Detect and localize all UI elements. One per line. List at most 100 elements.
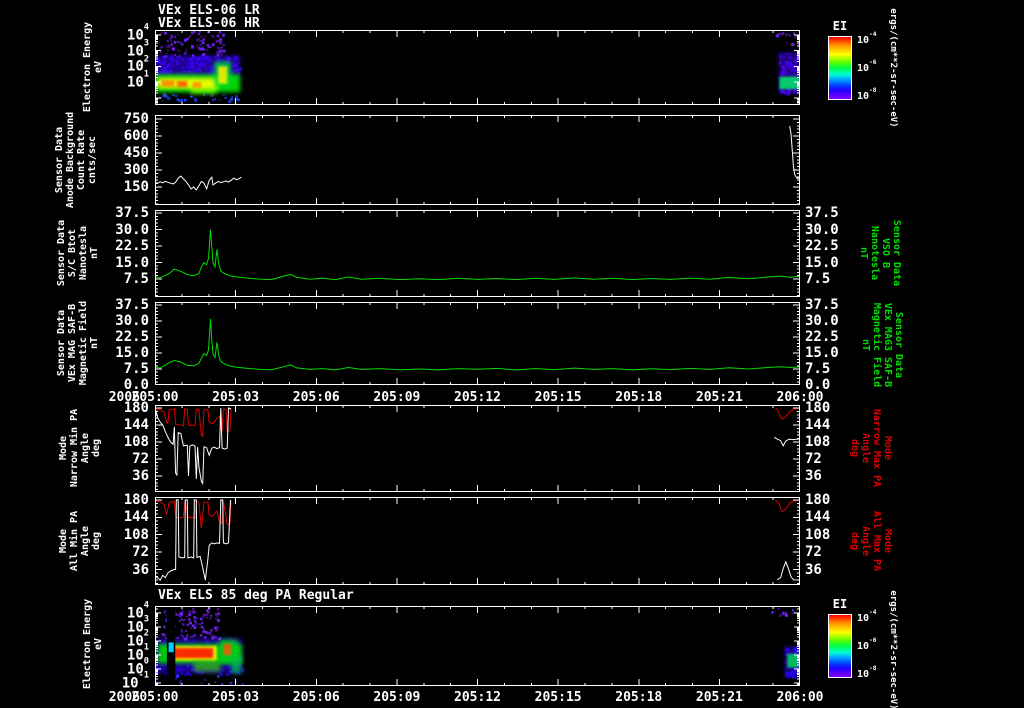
series-all-max-pa <box>775 499 800 513</box>
y-tick-label-right: 144 <box>805 417 831 433</box>
count_rate-ticks <box>155 115 800 205</box>
y-tick-label-right: 180 <box>805 491 831 508</box>
panel-mag-field <box>155 302 800 385</box>
y-tick-label: 108 <box>123 526 149 543</box>
y-tick-label: 7.5 <box>123 270 149 287</box>
all_pa-border <box>155 497 800 585</box>
colorbar-bottom-title: EI <box>832 597 848 611</box>
y-tick-label: 37.5 <box>115 296 149 313</box>
x-tick-label: 206:00 <box>776 690 824 705</box>
count-rate-ylabel: Sensor Data Anode Background Count Rate … <box>54 111 98 209</box>
narrow-max-pa-right-label: Mode Narrow Max PA Angle deg <box>849 408 893 488</box>
x-tick-label: 205:15 <box>534 690 582 705</box>
y-tick-label: 300 <box>123 161 149 178</box>
x-tick-label: 205:06 <box>292 390 340 405</box>
y-tick-label-right: 22.5 <box>805 328 839 345</box>
y-tick-label-right: 36 <box>805 561 822 578</box>
y-tick-label: 30.0 <box>115 221 149 238</box>
x-tick-label: 205:12 <box>454 390 501 405</box>
all-pa-ylabel: Mode All Min PA Angle deg <box>58 510 102 572</box>
colorbar-tick-label: 10-6 <box>857 59 877 75</box>
btot-plot <box>155 210 800 297</box>
narrow-pa-plot <box>155 405 800 492</box>
x-tick-label: 205:00 <box>131 390 179 405</box>
y-tick-label: 144 <box>123 509 149 526</box>
panel-els-spectrogram-bottom <box>155 606 800 686</box>
colorbar-top-title: EI <box>832 19 848 33</box>
panel-sc-btot <box>155 210 800 297</box>
mag-series <box>155 318 800 371</box>
colorbar-bottom-units: ergs/(cm**2-sr-sec-eV) <box>888 590 898 708</box>
els-bottom-plot <box>155 606 800 686</box>
mag3-right-label: Sensor Data VEx MAG3 SAF-B Magnetic Fiel… <box>860 302 904 388</box>
els_top-patches <box>155 30 800 104</box>
btot-ticks <box>155 210 800 297</box>
btot-border <box>155 210 800 297</box>
mag-border <box>155 302 800 385</box>
y-tick-label: 72 <box>132 544 149 561</box>
els-top-plot <box>155 30 800 105</box>
y-tick-label: 450 <box>123 144 149 161</box>
count_rate-border <box>155 115 800 205</box>
x-tick-label: 205:18 <box>615 690 663 705</box>
y-tick-label: 600 <box>123 127 149 144</box>
colorbar-tick-label: 10-4 <box>857 609 877 625</box>
colorbar-top-units: ergs/(cm**2-sr-sec-eV) <box>888 8 898 128</box>
y-tick-label: 103 <box>126 38 149 60</box>
x-tick-label: 206:00 <box>776 390 824 405</box>
y-tick-label-right: 37.5 <box>805 296 839 313</box>
y-tick-label: 72 <box>132 450 149 467</box>
y-tick-label-right: 7.5 <box>805 270 831 287</box>
x-tick-label: 205:00 <box>131 690 179 705</box>
x-tick-label: 205:03 <box>212 390 260 405</box>
vso-b-right-label: Sensor Data VSO B Nanotesla nT <box>858 219 902 287</box>
els_bottom-border <box>155 606 800 686</box>
all-pa-plot <box>155 497 800 585</box>
y-tick-label: 36 <box>132 561 149 578</box>
y-tick-label-right: 37.5 <box>805 205 839 222</box>
els_top-ticks <box>155 30 800 105</box>
x-tick-label: 205:18 <box>615 390 663 405</box>
narrow_pa-series <box>155 407 800 486</box>
els_bottom-patches <box>155 606 800 686</box>
series-all-min-pa <box>777 560 800 581</box>
all_pa-ticks <box>155 497 800 585</box>
narrow_pa-border <box>155 405 800 492</box>
colorbar-tick-label: 10-8 <box>857 87 877 103</box>
y-tick-label: 101 <box>126 69 149 91</box>
y-tick-label: 15.0 <box>115 254 149 271</box>
mag-ticks <box>155 302 800 385</box>
x-tick-label: 205:21 <box>695 690 743 705</box>
y-tick-label: 10-1 <box>121 670 149 692</box>
colorbar-bottom <box>828 614 852 678</box>
y-tick-label: 108 <box>123 433 149 450</box>
colorbar-tick-label: 10-6 <box>857 637 877 653</box>
y-tick-label: 22.5 <box>115 328 149 345</box>
y-tick-label: 37.5 <box>115 205 149 222</box>
y-tick-label-right: 36 <box>805 467 822 484</box>
y-tick-label: 7.5 <box>123 360 149 377</box>
y-tick-label-right: 30.0 <box>805 312 839 329</box>
y-tick-label-right: 7.5 <box>805 360 831 377</box>
btot-series <box>155 229 800 281</box>
mag-ylabel: Sensor Data VEx MAG SAF-B Magnetic Field… <box>56 300 100 386</box>
y-tick-label-right: 30.0 <box>805 221 839 238</box>
els_top-border <box>155 30 800 105</box>
panel-els-spectrogram-top <box>155 30 800 105</box>
x-tick-label: 205:15 <box>534 390 582 405</box>
y-tick-label: 150 <box>123 178 149 195</box>
y-tick-label-right: 108 <box>805 526 831 543</box>
y-tick-label: 36 <box>132 467 149 484</box>
narrow-pa-ylabel: Mode Narrow Min PA Angle deg <box>58 408 102 488</box>
y-tick-label-right: 15.0 <box>805 344 839 361</box>
all-max-pa-right-label: Mode All Max PA Angle deg <box>849 510 893 572</box>
mag-plot <box>155 302 800 385</box>
panel-els-top-title-line2: VEx ELS-06 HR <box>158 16 260 31</box>
x-tick-label: 205:21 <box>695 390 743 405</box>
colorbar-tick-label: 10-4 <box>857 31 877 47</box>
els_bottom-ticks <box>155 606 800 686</box>
x-tick-label: 205:03 <box>212 690 260 705</box>
y-tick-label-right: 72 <box>805 450 822 467</box>
series-mag-field <box>155 318 800 371</box>
panel-anode-count-rate <box>155 115 800 205</box>
